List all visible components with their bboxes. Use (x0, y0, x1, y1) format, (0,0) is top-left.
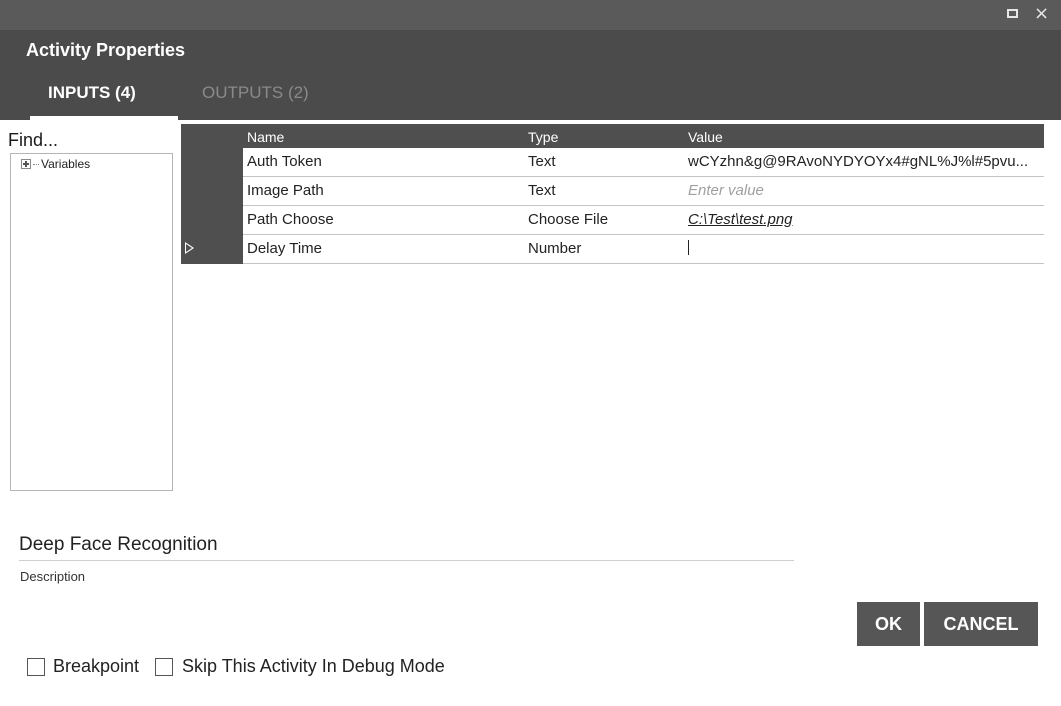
close-icon[interactable]: × (1034, 3, 1049, 24)
cell-value-input[interactable] (688, 240, 1040, 259)
expand-icon[interactable] (21, 159, 31, 169)
table-row[interactable]: Auth Token Text wCYzhn&g@9RAvoNYDYOYx4#g… (181, 148, 1044, 177)
row-selector[interactable] (181, 177, 243, 206)
cell-value-input[interactable]: wCYzhn&g@9RAvoNYDYOYx4#gNL%J%l#5pvu... (688, 153, 1040, 170)
window-titlebar: × (0, 0, 1061, 30)
row-selector[interactable] (181, 148, 243, 177)
variables-tree[interactable]: Variables (10, 153, 173, 491)
tree-connector (33, 163, 39, 165)
find-label[interactable]: Find... (8, 130, 58, 151)
activity-name: Deep Face Recognition (19, 534, 218, 555)
cell-name: Auth Token (247, 153, 322, 170)
cell-value-input[interactable]: Enter value (688, 182, 1040, 199)
active-tab-indicator (30, 116, 178, 120)
current-row-icon (185, 242, 194, 254)
column-header-value[interactable]: Value (688, 129, 723, 145)
table-row[interactable]: Path Choose Choose File C:\Test\test.png (181, 206, 1044, 235)
cell-name: Image Path (247, 182, 324, 199)
cell-type: Text (528, 153, 556, 170)
tab-outputs[interactable]: OUTPUTS (2) (202, 83, 309, 103)
dialog-header: Activity Properties INPUTS (4) OUTPUTS (… (0, 30, 1061, 120)
checkbox-icon[interactable] (27, 657, 45, 676)
file-path-link[interactable]: C:\Test\test.png (688, 211, 1040, 228)
text-caret (688, 240, 689, 255)
column-header-type[interactable]: Type (528, 129, 558, 145)
tree-node-label: Variables (41, 157, 91, 171)
dialog-title: Activity Properties (26, 40, 186, 60)
checkbox-icon[interactable] (155, 657, 173, 676)
cell-type: Text (528, 182, 556, 199)
breakpoint-label: Breakpoint (53, 656, 140, 676)
grid-header: Name Type Value (181, 124, 1044, 148)
row-selector[interactable] (181, 235, 243, 264)
maximize-icon[interactable] (1007, 9, 1018, 18)
cell-name: Path Choose (247, 211, 334, 228)
table-row[interactable]: Image Path Text Enter value (181, 177, 1044, 206)
cell-type: Number (528, 240, 582, 257)
tab-inputs[interactable]: INPUTS (4) (48, 83, 136, 103)
inputs-grid: Name Type Value Auth Token Text wCYzhn&g… (181, 124, 1044, 264)
row-selector[interactable] (181, 206, 243, 235)
divider (19, 560, 794, 561)
column-header-name[interactable]: Name (247, 129, 284, 145)
breakpoint-checkbox[interactable]: Breakpoint (27, 656, 147, 677)
cancel-button[interactable]: CANCEL (924, 602, 1038, 646)
skip-in-debug-checkbox[interactable]: Skip This Activity In Debug Mode (155, 656, 445, 677)
table-row[interactable]: Delay Time Number (181, 235, 1044, 264)
tree-node-variables[interactable]: Variables (21, 157, 90, 171)
cell-name: Delay Time (247, 240, 323, 257)
cell-type: Choose File (528, 211, 609, 228)
skip-in-debug-label: Skip This Activity In Debug Mode (182, 656, 445, 676)
ok-button[interactable]: OK (857, 602, 920, 646)
description-label: Description (20, 569, 86, 584)
